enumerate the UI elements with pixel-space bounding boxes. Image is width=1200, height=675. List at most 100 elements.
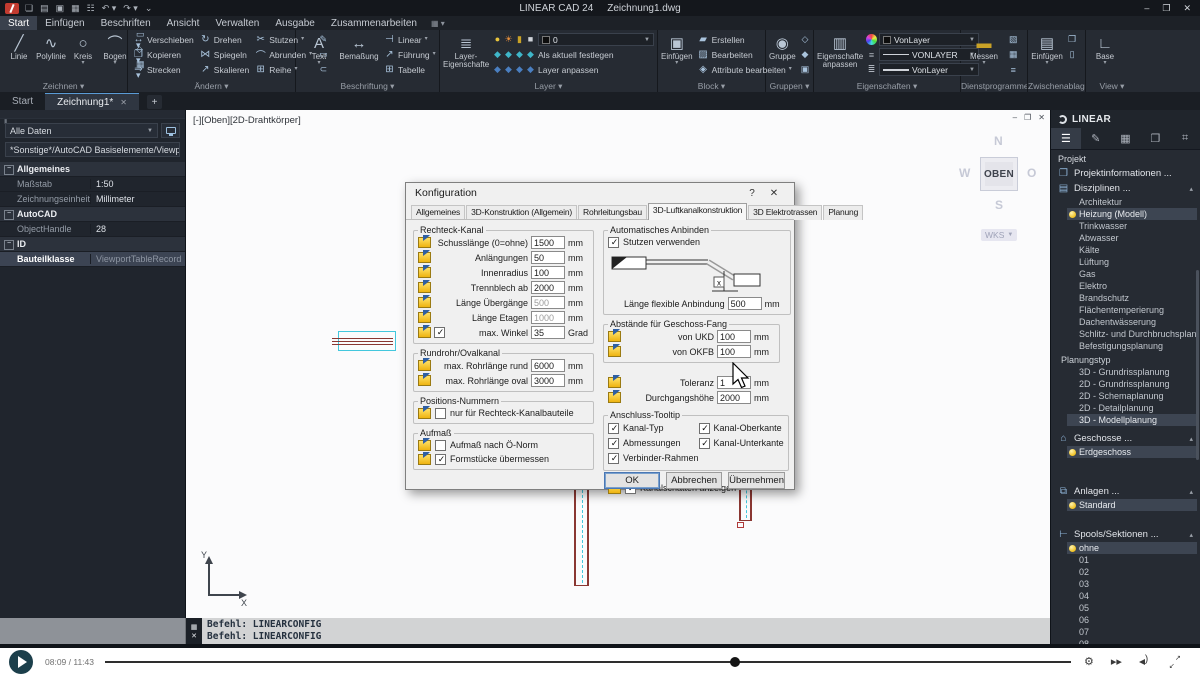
- discipline-item[interactable]: Lüftung: [1067, 256, 1197, 268]
- group-label-block[interactable]: Block ▾: [658, 81, 765, 92]
- layer-state-icon[interactable]: ■: [525, 34, 536, 45]
- property-section-header[interactable]: ID: [0, 237, 185, 252]
- insert-block-button[interactable]: ▣ Einfügen ▾: [661, 32, 693, 80]
- base-view-button[interactable]: ∟ Base ▾: [1089, 32, 1121, 80]
- duct-segment-vertical[interactable]: [574, 487, 589, 586]
- anlagen-header[interactable]: ⧉ Anlagen ... ▴: [1051, 484, 1200, 499]
- dialog-tab[interactable]: Planung: [823, 205, 864, 220]
- cancel-button[interactable]: Abbrechen: [666, 472, 723, 489]
- ribbon-button[interactable]: ⇒Strecken▾: [131, 62, 196, 77]
- disziplinen-header[interactable]: ▤ Disziplinen ... ▴: [1051, 181, 1200, 196]
- layer-tool-icon[interactable]: ◆: [503, 49, 514, 60]
- restore-drawing-icon[interactable]: ❐: [1024, 113, 1031, 122]
- qat-icon[interactable]: ↶ ▾: [102, 3, 117, 14]
- collapse-icon[interactable]: ▴: [1189, 531, 1193, 539]
- value-input[interactable]: 1500: [531, 236, 565, 249]
- value-input[interactable]: 500: [531, 296, 565, 309]
- checkbox[interactable]: [435, 439, 446, 451]
- app-logo-icon[interactable]: [5, 2, 19, 14]
- group-label-aendern[interactable]: Ändern ▾: [128, 81, 295, 92]
- property-row-selected[interactable]: Bauteilklasse ViewportTableRecord: [0, 252, 185, 267]
- clipboard-tool-icon[interactable]: ❐: [1066, 32, 1078, 47]
- ribbon-button[interactable]: ↻Drehen▾: [198, 32, 251, 47]
- wks-dropdown[interactable]: WKS ▼: [981, 229, 1018, 241]
- discipline-item[interactable]: Befestigungsplanung: [1067, 340, 1197, 352]
- layer-tool-icon[interactable]: ◆: [514, 64, 525, 75]
- checkbox[interactable]: [435, 407, 446, 419]
- ribbon-button[interactable]: ╱Linie▾: [3, 32, 35, 80]
- qat-icon[interactable]: ▤: [40, 3, 49, 14]
- doc-tab-start[interactable]: Start: [0, 93, 45, 110]
- property-row[interactable]: Maßstab 1:50: [0, 177, 185, 192]
- group-label-dienstprogramme[interactable]: Dienstprogramme ▾: [961, 81, 1027, 92]
- layer-tool-icon[interactable]: ◆: [525, 49, 536, 60]
- property-row[interactable]: ObjectHandle 28: [0, 222, 185, 237]
- play-button[interactable]: [9, 649, 33, 674]
- ribbon-tab[interactable]: Ausgabe: [267, 16, 322, 30]
- discipline-item[interactable]: Heizung (Modell): [1067, 208, 1197, 220]
- planning-type-item[interactable]: 3D - Grundrissplanung: [1067, 366, 1197, 378]
- system-item[interactable]: Standard: [1067, 499, 1197, 511]
- spool-item[interactable]: 08: [1067, 638, 1197, 644]
- qat-icon[interactable]: ▣: [56, 3, 65, 14]
- layer-select[interactable]: 0 ▼: [538, 33, 654, 46]
- value-input[interactable]: 100: [717, 345, 751, 358]
- progress-bar[interactable]: [105, 656, 1071, 667]
- dialog-close-button[interactable]: ✕: [763, 188, 785, 199]
- value-input[interactable]: 1000: [531, 311, 565, 324]
- apply-button[interactable]: Übernehmen: [728, 472, 785, 489]
- checkbox[interactable]: [698, 437, 711, 449]
- display-settings-button[interactable]: [161, 123, 180, 138]
- ribbon-tab[interactable]: Beschriften: [93, 16, 159, 30]
- qat-icon[interactable]: ▦: [71, 3, 80, 14]
- qat-icon[interactable]: ⌄: [145, 3, 153, 14]
- spool-item[interactable]: 06: [1067, 614, 1197, 626]
- group-tool-icon[interactable]: ◇: [799, 32, 812, 47]
- ribbon-button[interactable]: A Text ▾: [299, 32, 339, 80]
- ribbon-button[interactable]: ○ Kreis ▾: [67, 32, 99, 80]
- utility-icon[interactable]: ▦: [1007, 47, 1020, 62]
- layer-tool-icon[interactable]: ◆: [492, 64, 503, 75]
- viewcube-west[interactable]: W: [959, 166, 970, 180]
- ribbon-button[interactable]: ❐Kopieren▾: [131, 47, 196, 62]
- settings-gear-icon[interactable]: ⚙: [1084, 655, 1094, 668]
- checkbox[interactable]: [698, 422, 711, 434]
- clipboard-tool-icon[interactable]: ▯: [1066, 47, 1078, 62]
- qat-icon[interactable]: ❏: [25, 3, 33, 14]
- planning-type-item[interactable]: 2D - Grundrissplanung: [1067, 378, 1197, 390]
- checkbox[interactable]: [435, 453, 447, 465]
- set-current-layer-button[interactable]: Als aktuell festlegen: [538, 50, 614, 60]
- new-tab-button[interactable]: +: [146, 95, 162, 109]
- group-tool-icon[interactable]: ▣: [799, 62, 812, 77]
- viewcube-south[interactable]: S: [995, 198, 1003, 212]
- planning-type-item[interactable]: 2D - Schemaplanung: [1067, 390, 1197, 402]
- spool-item[interactable]: 03: [1067, 578, 1197, 590]
- discipline-item[interactable]: Architektur: [1067, 196, 1197, 208]
- dialog-tab[interactable]: Allgemeines: [411, 205, 466, 220]
- discipline-item[interactable]: Abwasser: [1067, 232, 1197, 244]
- group-tool-icon[interactable]: ◆: [799, 47, 812, 62]
- layer-tool-icon[interactable]: ◆: [503, 64, 514, 75]
- dialog-help-button[interactable]: ?: [741, 188, 763, 199]
- layer-state-icon[interactable]: ●: [492, 34, 503, 45]
- layer-tool-icon[interactable]: ◆: [492, 49, 503, 60]
- discipline-item[interactable]: Schlitz- und Durchbruchsplanung: [1067, 328, 1197, 340]
- ribbon-tab[interactable]: Verwalten: [207, 16, 267, 30]
- property-row[interactable]: Zeichnungseinheit Millimeter: [0, 192, 185, 207]
- ribbon-tab[interactable]: Ansicht: [159, 16, 208, 30]
- spool-item[interactable]: 07: [1067, 626, 1197, 638]
- discipline-item[interactable]: Gas: [1067, 268, 1197, 280]
- group-label-layer[interactable]: Layer ▾: [440, 81, 657, 92]
- checkbox[interactable]: [608, 452, 620, 464]
- value-input[interactable]: 500: [727, 297, 762, 310]
- storey-item[interactable]: Erdgeschoss: [1067, 446, 1197, 458]
- match-properties-button[interactable]: ▥ Eigenschaften anpassen: [817, 32, 863, 80]
- playback-speed-icon[interactable]: ▸▸: [1111, 655, 1122, 668]
- collapse-icon[interactable]: ▴: [1189, 488, 1193, 496]
- ok-button[interactable]: OK: [604, 472, 661, 489]
- duct-segment-horizontal[interactable]: [332, 331, 396, 351]
- qat-icon[interactable]: ☷: [87, 3, 95, 14]
- value-input[interactable]: 2000: [717, 391, 751, 404]
- collapse-icon[interactable]: ▴: [1189, 435, 1193, 443]
- command-window-icon[interactable]: ▦ ✕: [186, 618, 202, 644]
